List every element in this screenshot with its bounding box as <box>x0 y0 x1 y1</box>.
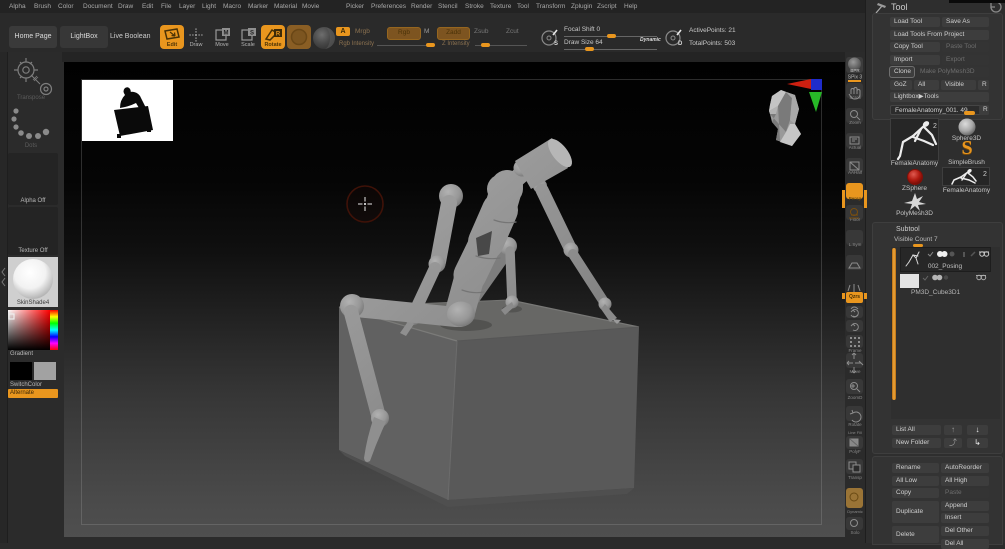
svg-text:D: D <box>678 41 683 47</box>
svg-text:S: S <box>250 31 254 37</box>
svg-text:M: M <box>224 31 229 37</box>
svg-text:Rotate: Rotate <box>264 42 281 48</box>
svg-text:2: 2 <box>933 123 937 130</box>
svg-text:R: R <box>276 32 281 38</box>
svg-text:2: 2 <box>983 171 987 178</box>
svg-text:Edit: Edit <box>167 42 178 48</box>
svg-text:002_Posing: 002_Posing <box>928 263 963 270</box>
svg-text:S: S <box>554 41 558 47</box>
